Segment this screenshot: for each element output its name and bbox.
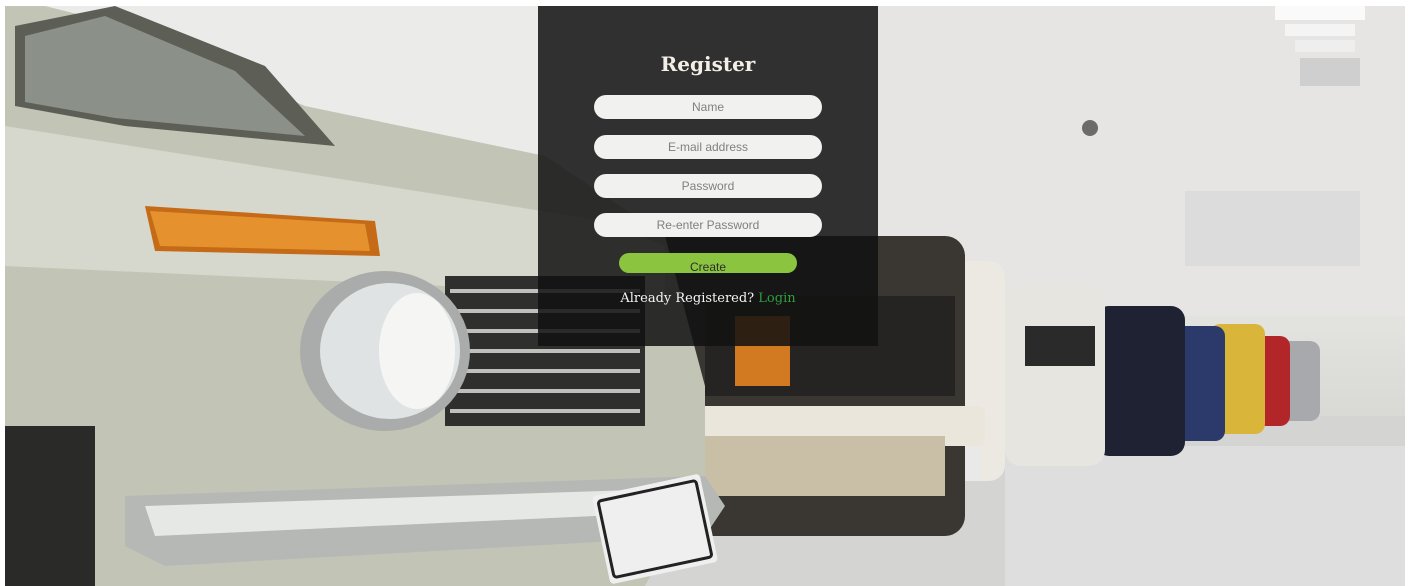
repassword-input[interactable] xyxy=(594,213,822,237)
register-panel: Register Create Already Registered? Logi… xyxy=(538,6,878,346)
register-title: Register xyxy=(660,52,756,76)
create-button-label: Create xyxy=(689,260,727,274)
login-prompt: Already Registered? Login xyxy=(538,291,878,306)
name-input[interactable] xyxy=(594,95,822,119)
password-input[interactable] xyxy=(594,174,822,198)
page: Register Create Already Registered? Logi… xyxy=(0,0,1410,586)
login-link[interactable]: Login xyxy=(758,291,795,306)
create-button[interactable]: Create xyxy=(619,253,797,274)
email-input[interactable] xyxy=(594,135,822,159)
already-registered-text: Already Registered? xyxy=(620,291,759,306)
